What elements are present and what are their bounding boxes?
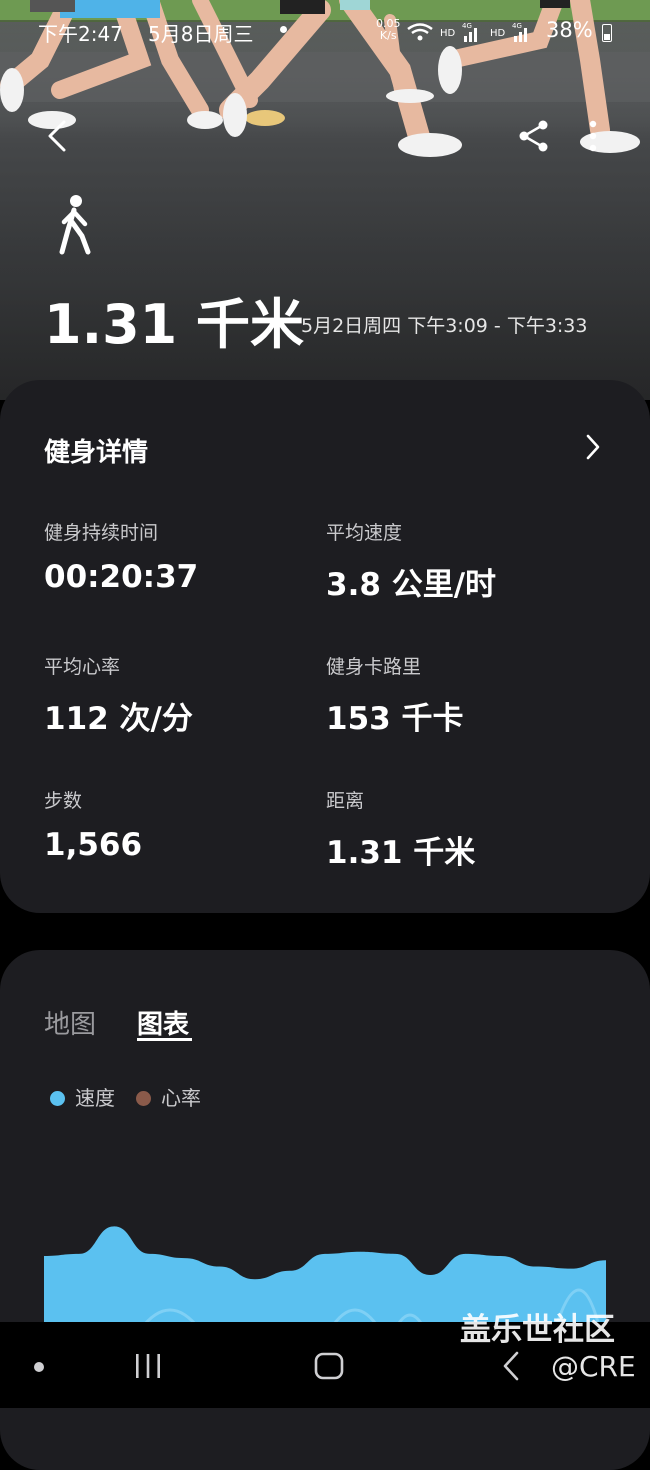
stat-avg-speed: 平均速度 3.8 公里/时 xyxy=(326,518,496,604)
battery-percent: 38% xyxy=(546,18,593,42)
signal-icons: HD 4G HD 4G xyxy=(406,20,536,47)
nav-back-button[interactable] xyxy=(500,1350,522,1382)
hero-banner: 下午2:47 5月8日周三 0.05 K/s HD 4G HD 4G 38% xyxy=(0,0,650,400)
stat-value: 153 千卡 xyxy=(326,693,464,738)
stat-duration: 健身持续时间 00:20:37 xyxy=(44,518,198,595)
svg-text:4G: 4G xyxy=(462,22,472,30)
legend-speed: 速度 xyxy=(50,1082,115,1111)
details-title: 健身详情 xyxy=(44,432,148,469)
network-speed: 0.05 K/s xyxy=(376,18,401,42)
status-date: 5月8日周三 xyxy=(148,18,253,47)
status-time: 下午2:47 xyxy=(38,18,123,47)
stat-calories: 健身卡路里 153 千卡 xyxy=(326,652,464,738)
stat-value: 112 次/分 xyxy=(44,693,193,738)
stat-steps: 步数 1,566 xyxy=(44,786,142,863)
stat-label: 健身持续时间 xyxy=(44,518,198,545)
legend-heart-rate-label: 心率 xyxy=(161,1086,201,1110)
nav-indicator-dot xyxy=(34,1362,44,1372)
legend-speed-dot xyxy=(50,1091,65,1106)
recent-apps-button[interactable] xyxy=(133,1352,163,1380)
share-icon xyxy=(516,118,552,154)
legend-heart-rate: 心率 xyxy=(136,1082,201,1111)
stat-label: 平均心率 xyxy=(44,652,193,679)
back-icon xyxy=(500,1350,522,1382)
watermark-community: 盖乐世社区 xyxy=(460,1304,615,1349)
details-expand-button[interactable] xyxy=(580,432,606,462)
home-button[interactable] xyxy=(314,1352,344,1380)
stat-label: 步数 xyxy=(44,786,142,813)
stat-value: 1,566 xyxy=(44,827,142,863)
svg-text:HD: HD xyxy=(440,28,456,39)
stat-label: 平均速度 xyxy=(326,518,496,545)
stat-label: 健身卡路里 xyxy=(326,652,464,679)
total-distance: 1.31 千米 xyxy=(44,280,304,359)
back-button[interactable] xyxy=(40,118,76,154)
session-time-range: 5月2日周四 下午3:09 - 下午3:33 xyxy=(301,311,588,338)
stat-value: 3.8 公里/时 xyxy=(326,559,496,604)
chevron-left-icon xyxy=(40,118,76,154)
notification-dot xyxy=(280,26,287,33)
legend-heart-rate-dot xyxy=(136,1091,151,1106)
tab-map[interactable]: 地图 xyxy=(44,1004,96,1041)
network-speed-unit: K/s xyxy=(376,30,401,42)
legend-speed-label: 速度 xyxy=(75,1086,115,1110)
share-button[interactable] xyxy=(516,118,552,154)
home-icon xyxy=(314,1352,344,1380)
svg-text:4G: 4G xyxy=(512,22,522,30)
tab-chart[interactable]: 图表 xyxy=(137,1004,189,1041)
status-bar: 下午2:47 5月8日周三 0.05 K/s HD 4G HD 4G 38% xyxy=(0,18,650,48)
watermark-handle: @CRE xyxy=(551,1350,636,1383)
wifi-signal-icon: HD 4G HD 4G xyxy=(406,20,536,44)
workout-details-card: 健身详情 健身持续时间 00:20:37 平均速度 3.8 公里/时 平均心率 … xyxy=(0,380,650,913)
more-options-button[interactable] xyxy=(578,118,608,154)
stat-distance: 距离 1.31 千米 xyxy=(326,786,475,872)
stat-value: 00:20:37 xyxy=(44,559,198,595)
svg-text:HD: HD xyxy=(490,28,506,39)
battery-icon xyxy=(602,24,612,42)
recent-apps-icon xyxy=(133,1352,163,1380)
stat-value: 1.31 千米 xyxy=(326,827,475,872)
active-tab-indicator xyxy=(137,1038,192,1041)
chevron-right-icon xyxy=(580,432,606,462)
walking-person-icon xyxy=(52,194,100,258)
more-vertical-icon xyxy=(578,118,608,154)
stat-avg-heart-rate: 平均心率 112 次/分 xyxy=(44,652,193,738)
stat-label: 距离 xyxy=(326,786,475,813)
